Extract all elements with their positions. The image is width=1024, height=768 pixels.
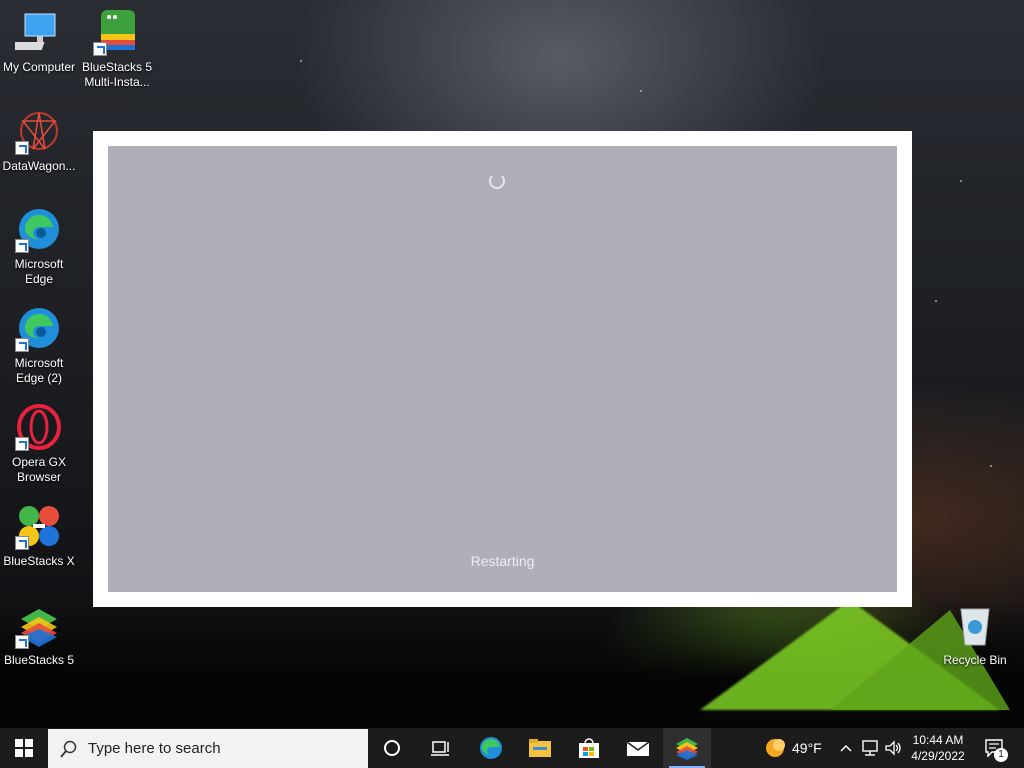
search-placeholder: Type here to search — [88, 740, 221, 757]
desktop-icon-my-computer[interactable]: My Computer — [1, 8, 77, 75]
computer-icon — [11, 8, 63, 56]
desktop-icon-microsoft-edge-2[interactable]: Microsoft Edge (2) — [1, 304, 77, 386]
desktop-icon-label: My Computer — [2, 60, 76, 74]
taskbar-microsoft-store[interactable] — [565, 728, 613, 768]
file-explorer-icon — [529, 739, 551, 757]
taskbar-clock[interactable]: 10:44 AM 4/29/2022 — [904, 732, 972, 764]
desktop-icon-bluestacks-x[interactable]: BlueStacks X — [1, 502, 77, 569]
desktop-icon-microsoft-edge[interactable]: Microsoft Edge — [1, 205, 77, 287]
desktop-icon-recycle-bin[interactable]: Recycle Bin — [937, 601, 1013, 668]
desktop-icon-opera-gx[interactable]: Opera GX Browser — [1, 403, 77, 485]
edge-icon — [15, 205, 63, 253]
clock-date: 4/29/2022 — [911, 749, 965, 763]
desktop-icon-label: BlueStacks 5 Multi-Insta... — [81, 60, 153, 89]
desktop-icon-label: Microsoft Edge — [14, 257, 64, 286]
taskbar-bluestacks[interactable] — [663, 728, 711, 768]
desktop-icon-bluestacks-5[interactable]: BlueStacks 5 — [1, 601, 77, 668]
edge-icon — [15, 304, 63, 352]
network-icon — [862, 740, 878, 756]
desktop-icon-label: DataWagon... — [2, 159, 76, 173]
volume-button[interactable] — [882, 728, 904, 768]
cortana-circle-icon — [384, 740, 400, 756]
search-icon — [60, 740, 77, 758]
taskbar-edge[interactable] — [467, 728, 515, 768]
bluestacks-icon — [676, 738, 698, 760]
restart-panel — [108, 146, 897, 592]
weather-temperature: 49°F — [792, 740, 822, 756]
desktop-icon-label: Recycle Bin — [943, 653, 1007, 667]
desktop-icon-label: BlueStacks X — [3, 554, 75, 568]
network-button[interactable] — [859, 728, 881, 768]
desktop-icon-datawagon[interactable]: DataWagon... — [1, 107, 77, 174]
show-hidden-icons-button[interactable] — [836, 728, 856, 768]
desktop-icon-label: Opera GX Browser — [11, 455, 67, 484]
task-view-icon — [431, 741, 449, 756]
bluestacks-multi-instance-icon — [93, 8, 141, 56]
desktop-icon-bluestacks-multi-instance[interactable]: BlueStacks 5 Multi-Insta... — [79, 8, 155, 90]
taskbar-search-box[interactable]: Type here to search — [48, 729, 368, 768]
desktop-icon-label: Microsoft Edge (2) — [14, 356, 64, 385]
taskbar-mail[interactable] — [614, 728, 662, 768]
edge-icon — [480, 737, 502, 759]
microsoft-store-icon — [579, 738, 599, 758]
bluestacks-x-icon — [15, 502, 63, 550]
mail-icon — [626, 741, 650, 756]
notification-count-badge: 1 — [994, 748, 1008, 762]
datawagon-icon — [15, 107, 63, 155]
desktop-icon-label: BlueStacks 5 — [3, 653, 75, 667]
recycle-bin-icon — [951, 601, 999, 649]
bluestacks-icon — [15, 601, 63, 649]
speaker-icon — [885, 740, 901, 756]
windows-logo-icon — [15, 739, 33, 757]
restart-status-text: Restarting — [470, 553, 535, 569]
bluestacks-restart-window — [93, 131, 912, 607]
start-button[interactable] — [0, 728, 48, 768]
weather-widget[interactable]: 49°F — [760, 728, 830, 768]
weather-moon-icon — [766, 739, 785, 757]
opera-gx-icon — [15, 403, 63, 451]
chevron-up-icon — [840, 744, 852, 752]
loading-spinner-icon — [489, 173, 505, 189]
clock-time: 10:44 AM — [912, 733, 964, 747]
cortana-button[interactable] — [370, 728, 414, 768]
taskbar-file-explorer[interactable] — [516, 728, 564, 768]
action-center-button[interactable]: 1 — [978, 728, 1012, 768]
task-view-button[interactable] — [418, 728, 462, 768]
